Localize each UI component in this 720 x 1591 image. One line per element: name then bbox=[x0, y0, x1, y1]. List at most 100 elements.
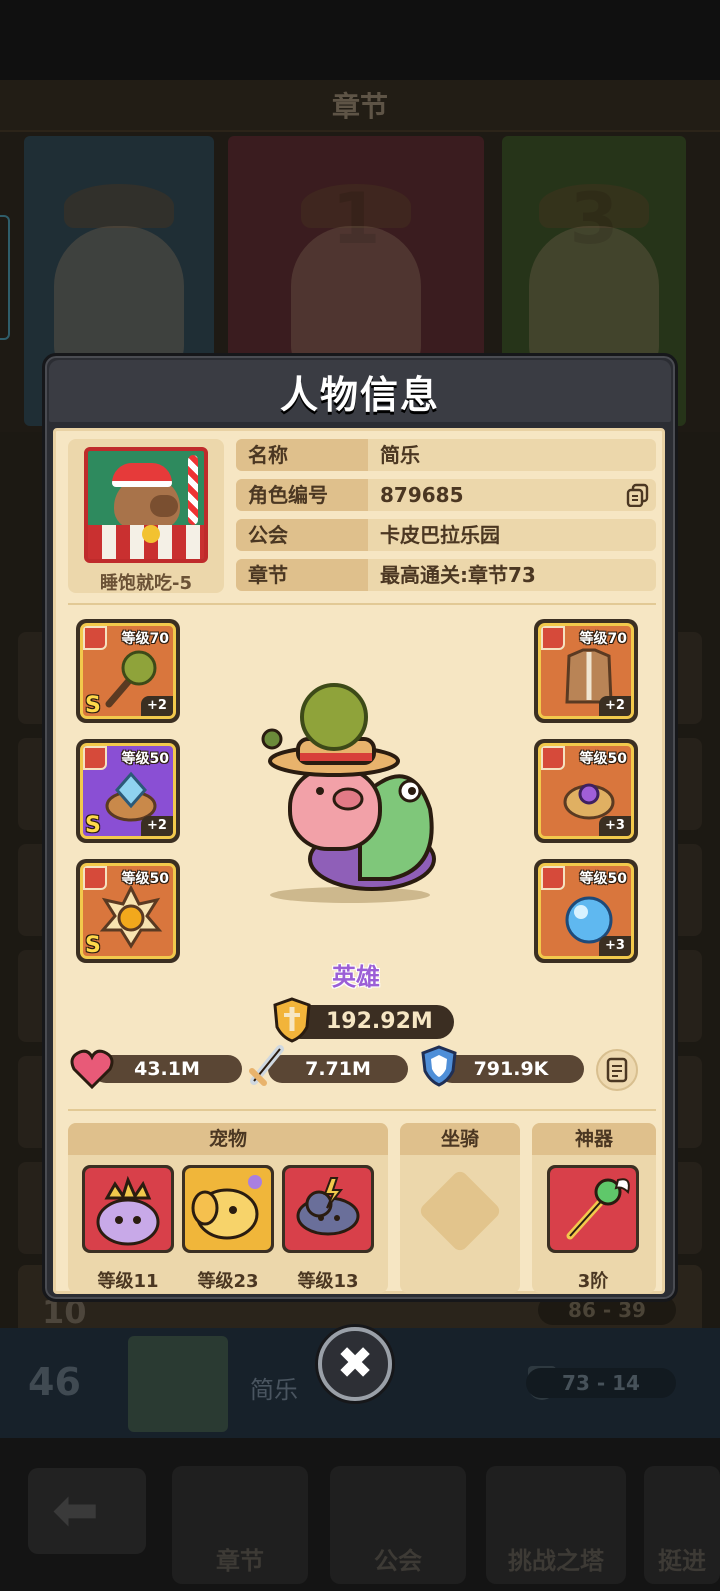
equip-slot-frame: 等级50 S +2 bbox=[80, 743, 176, 839]
divider bbox=[68, 1109, 656, 1111]
pet-slot-1[interactable] bbox=[82, 1165, 174, 1253]
crowned-blob-pet-icon bbox=[96, 1175, 160, 1246]
avatar bbox=[128, 1336, 228, 1432]
artifact-slot[interactable] bbox=[547, 1165, 639, 1253]
stat-hp: 43.1M bbox=[92, 1055, 242, 1083]
info-key: 公会 bbox=[236, 519, 368, 551]
necklace-slot-icon bbox=[541, 866, 565, 890]
nav-tower[interactable]: 挑战之塔 bbox=[486, 1466, 626, 1584]
sun-amulet-icon bbox=[99, 886, 163, 949]
nav-advance[interactable]: 挺进 bbox=[644, 1466, 720, 1584]
info-id-row: 角色编号 879685 bbox=[236, 479, 656, 511]
artifact-level: 3阶 bbox=[577, 1271, 609, 1292]
candy-cane-icon bbox=[188, 455, 198, 525]
equip-weapon[interactable]: 等级70 S +2 bbox=[76, 619, 180, 723]
hat-shape bbox=[301, 184, 411, 228]
info-chapter-row: 章节 最高通关:章节73 bbox=[236, 559, 656, 591]
info-value: 879685 bbox=[380, 483, 464, 507]
pet-level: 等级11 bbox=[97, 1271, 159, 1292]
modal-body: 睡饱就吃-5 名称 简乐 角色编号 879685 公会 卡皮巴拉乐园 章节 最高… bbox=[53, 428, 665, 1294]
winged-key-icon bbox=[566, 1178, 630, 1240]
pet-slot-2[interactable] bbox=[182, 1165, 274, 1253]
equip-slot-frame: 等级50 S bbox=[80, 863, 176, 959]
pet-frame bbox=[285, 1168, 371, 1250]
equip-level: 等级50 bbox=[579, 751, 627, 767]
pet-slot-3[interactable] bbox=[282, 1165, 374, 1253]
pets-header: 宠物 bbox=[68, 1123, 388, 1155]
back-button[interactable]: ⬅ bbox=[28, 1468, 146, 1554]
stat-hp-value: 43.1M bbox=[134, 1058, 200, 1080]
stats-detail-button[interactable] bbox=[596, 1049, 638, 1091]
sword-icon bbox=[83, 626, 107, 650]
stat-attack: 7.71M bbox=[268, 1055, 408, 1083]
my-score: 73 - 14 bbox=[526, 1368, 676, 1398]
hat-shape bbox=[539, 184, 649, 228]
equip-bracer[interactable]: 等级50 +3 bbox=[534, 739, 638, 843]
modal-header: 人物信息 bbox=[49, 360, 671, 422]
pets-section: 宠物 等级11 等级23 等级13 bbox=[68, 1123, 388, 1293]
equip-plus: +2 bbox=[599, 696, 631, 716]
nav-label: 公会 bbox=[374, 1547, 422, 1575]
nav-chapter[interactable]: 章节 bbox=[172, 1466, 308, 1584]
equip-plus: +2 bbox=[141, 696, 173, 716]
character-info-modal: 人物信息 睡饱就吃-5 名称 简乐 角色编号 879685 公会 卡皮巴拉乐园 … bbox=[42, 353, 678, 1302]
equip-ring[interactable]: 等级50 S +2 bbox=[76, 739, 180, 843]
equip-level: 等级70 bbox=[121, 631, 169, 647]
necklace-slot-icon bbox=[83, 866, 107, 890]
modal-title: 人物信息 bbox=[279, 372, 440, 417]
artifact-frame bbox=[550, 1168, 636, 1250]
my-rank: 46 bbox=[28, 1360, 81, 1404]
equip-orb[interactable]: 等级50 +3 bbox=[534, 859, 638, 963]
bell-icon bbox=[142, 525, 160, 543]
avatar-card[interactable]: 睡饱就吃-5 bbox=[68, 439, 224, 594]
info-key: 名称 bbox=[236, 439, 368, 471]
equip-necklace[interactable]: 等级50 S bbox=[76, 859, 180, 963]
bottom-nav: ⬅ 章节 公会 挑战之塔 挺进 bbox=[0, 1438, 720, 1591]
close-button[interactable]: ✖ bbox=[318, 1327, 392, 1401]
equip-slot-frame: 等级70 S +2 bbox=[80, 623, 176, 719]
ring-slot-icon bbox=[83, 746, 107, 770]
power-shield-icon bbox=[273, 997, 311, 1043]
chapter-title: 章节 bbox=[331, 90, 388, 123]
armor-slot-icon bbox=[541, 626, 565, 650]
equip-tier: S bbox=[85, 933, 101, 958]
mount-header: 坐骑 bbox=[400, 1123, 520, 1155]
hat-shape bbox=[64, 184, 174, 228]
equip-plus: +3 bbox=[599, 816, 631, 836]
equip-tier: S bbox=[85, 813, 101, 838]
artifact-header: 神器 bbox=[532, 1123, 656, 1155]
arrow-left-icon: ⬅ bbox=[52, 1478, 99, 1543]
avatar bbox=[84, 447, 208, 563]
combat-power-value: 192.92M bbox=[326, 1009, 433, 1034]
capybara-nose bbox=[150, 495, 178, 517]
copy-icon[interactable] bbox=[626, 483, 650, 507]
heart-icon bbox=[70, 1049, 114, 1089]
equip-plus: +2 bbox=[141, 816, 173, 836]
nav-label: 挺进 bbox=[658, 1547, 706, 1575]
close-icon: ✖ bbox=[336, 1338, 374, 1389]
stat-attack-value: 7.71M bbox=[305, 1058, 371, 1080]
info-value: 卡皮巴拉乐园 bbox=[380, 523, 500, 547]
info-name-row: 名称 简乐 bbox=[236, 439, 656, 471]
divider bbox=[68, 603, 656, 605]
stat-defense-value: 791.9K bbox=[473, 1058, 549, 1080]
pet-level: 等级13 bbox=[297, 1271, 359, 1292]
bracer-slot-icon bbox=[541, 746, 565, 770]
status-bar-area bbox=[0, 0, 720, 80]
storm-cloud-pet-icon bbox=[296, 1177, 360, 1236]
pet-frame bbox=[85, 1168, 171, 1250]
document-icon bbox=[606, 1057, 628, 1083]
empty-mount-slot[interactable] bbox=[417, 1168, 503, 1254]
artifact-section: 神器 3阶 bbox=[532, 1123, 656, 1293]
info-key: 角色编号 bbox=[236, 479, 368, 511]
equip-armor[interactable]: 等级70 +2 bbox=[534, 619, 638, 723]
pet-frame bbox=[185, 1168, 271, 1250]
equip-slot-frame: 等级50 +3 bbox=[538, 863, 634, 959]
nav-label: 章节 bbox=[216, 1547, 264, 1575]
my-name: 简乐 bbox=[250, 1376, 298, 1404]
nav-guild[interactable]: 公会 bbox=[330, 1466, 466, 1584]
hero-character[interactable] bbox=[250, 679, 450, 909]
side-tab[interactable] bbox=[0, 215, 10, 340]
info-key: 章节 bbox=[236, 559, 368, 591]
santa-hat-icon bbox=[112, 463, 172, 487]
